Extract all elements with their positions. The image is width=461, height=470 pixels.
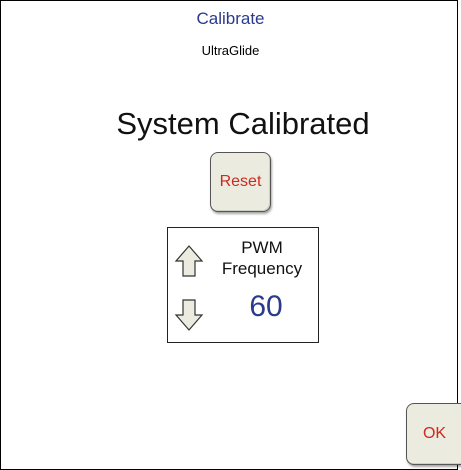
pwm-frequency-value: 60 <box>249 290 283 323</box>
page-title: Calibrate <box>196 9 265 28</box>
ok-button[interactable]: OK <box>406 403 461 465</box>
pwm-frequency-panel: PWM Frequency 60 <box>167 227 319 343</box>
ok-button-label: OK <box>422 425 447 442</box>
reset-button[interactable]: Reset <box>210 152 271 212</box>
reset-button-label: Reset <box>219 173 262 190</box>
arrow-down-icon[interactable] <box>174 298 204 332</box>
status-message: System Calibrated <box>116 106 370 141</box>
page-subtitle: UltraGlide <box>201 43 260 58</box>
pwm-label-line1: PWM <box>241 238 283 257</box>
arrow-up-icon[interactable] <box>174 244 204 278</box>
pwm-frequency-label: PWM Frequency <box>204 237 320 279</box>
pwm-label-line2: Frequency <box>221 259 303 278</box>
